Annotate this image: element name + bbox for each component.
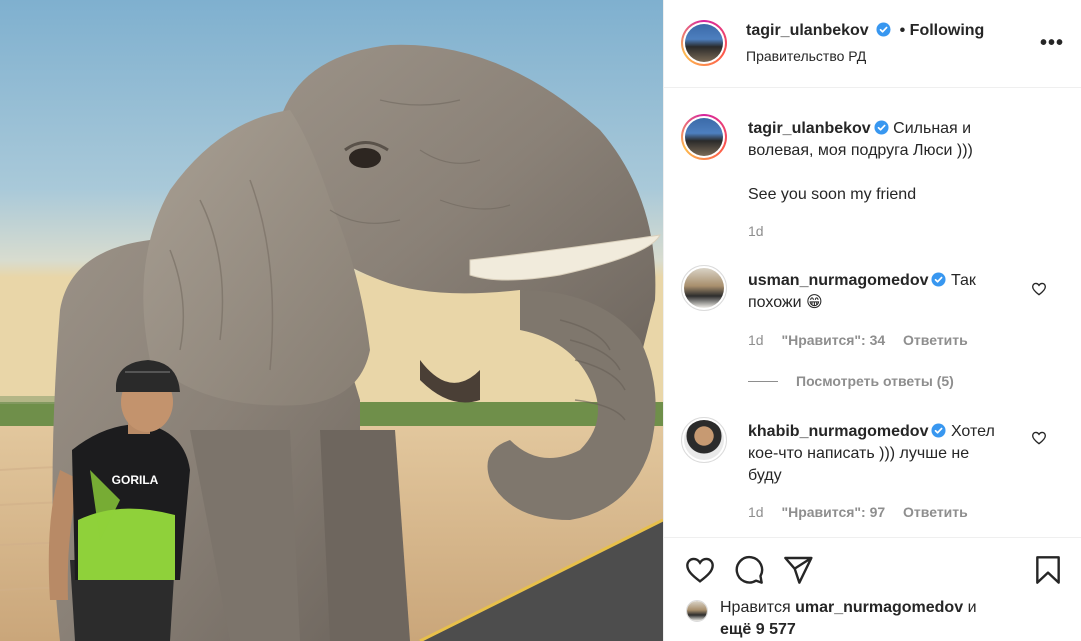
bookmark-save-icon[interactable]: [1032, 554, 1064, 586]
view-replies-button[interactable]: Посмотреть ответы (5): [748, 373, 954, 389]
view-replies-label: Посмотреть ответы (5): [796, 373, 954, 389]
comment-likes-count[interactable]: "Нравится": 97: [781, 504, 885, 520]
caption-timestamp[interactable]: 1d: [748, 223, 764, 239]
comment-text-line2: кое-что написать ))) лучше не: [748, 445, 970, 462]
caption-username[interactable]: tagir_ulanbekov: [748, 120, 871, 137]
comment-meta-khabib: 1d "Нравится": 97 Ответить: [748, 504, 968, 520]
like-heart-icon[interactable]: [684, 554, 716, 586]
following-button[interactable]: Following: [910, 22, 985, 39]
post-location[interactable]: Правительство РД: [746, 48, 866, 64]
comment-avatar-khabib[interactable]: [681, 417, 727, 463]
comment-username[interactable]: usman_nurmagomedov: [748, 272, 928, 289]
comment-likes-count[interactable]: "Нравится": 34: [781, 332, 885, 348]
comment-text-line1: Так: [950, 272, 976, 289]
post-header: tagir_ulanbekov • Following Правительств…: [664, 0, 1081, 88]
comment-like-heart-icon[interactable]: [1031, 281, 1047, 297]
comment-khabib: khabib_nurmagomedov Хотел кое-что написа…: [748, 421, 1038, 487]
elephant-photo: GORILA: [0, 0, 663, 641]
separator-dot: •: [899, 22, 906, 39]
share-send-icon[interactable]: [782, 554, 814, 586]
comment-text-line3: буду: [748, 467, 782, 484]
caption-text-line1: Сильная и: [893, 120, 972, 137]
verified-icon: [931, 423, 947, 438]
verified-icon: [874, 120, 889, 135]
comment-meta-usman: 1d "Нравится": 34 Ответить: [748, 332, 968, 348]
post-photo[interactable]: GORILA: [0, 0, 663, 641]
comment-avatar-usman[interactable]: [681, 265, 727, 311]
verified-icon: [931, 272, 947, 287]
comment-bubble-icon[interactable]: [733, 554, 765, 586]
reply-button[interactable]: Ответить: [903, 332, 968, 348]
likes-summary: Нравится umar_nurmagomedov и ещё 9 577: [720, 597, 1060, 641]
comment-time[interactable]: 1d: [748, 332, 764, 348]
caption-avatar[interactable]: [681, 114, 727, 160]
comment-time[interactable]: 1d: [748, 504, 764, 520]
caption-second-line: See you soon my friend: [748, 186, 917, 203]
post-sidebar: tagir_ulanbekov • Following Правительств…: [663, 0, 1081, 641]
liker-username[interactable]: umar_nurmagomedov: [795, 599, 963, 616]
likes-prefix: Нравится: [720, 599, 791, 616]
likes-conj: и: [967, 599, 977, 616]
comment-like-heart-icon[interactable]: [1031, 430, 1047, 446]
post-caption: tagir_ulanbekov Сильная и волевая, моя п…: [748, 118, 1048, 162]
author-username[interactable]: tagir_ulanbekov: [746, 22, 869, 39]
verified-icon: [876, 22, 891, 37]
more-options-icon[interactable]: •••: [1040, 32, 1064, 55]
svg-text:GORILA: GORILA: [112, 473, 159, 487]
comment-username[interactable]: khabib_nurmagomedov: [748, 423, 928, 440]
reply-button[interactable]: Ответить: [903, 504, 968, 520]
divider-line: [748, 380, 778, 382]
author-avatar[interactable]: [681, 20, 727, 66]
caption-text-line2: волевая, моя подруга Люси ))): [748, 142, 973, 159]
likes-more-count[interactable]: ещё 9 577: [720, 621, 796, 638]
comment-text-line2: похожи 😁: [748, 294, 823, 311]
comment-text-line1: Хотел: [950, 423, 995, 440]
header-userline: tagir_ulanbekov • Following: [746, 22, 984, 40]
comment-usman: usman_nurmagomedov Так похожи 😁: [748, 270, 1038, 314]
likers-avatar[interactable]: [686, 600, 712, 622]
